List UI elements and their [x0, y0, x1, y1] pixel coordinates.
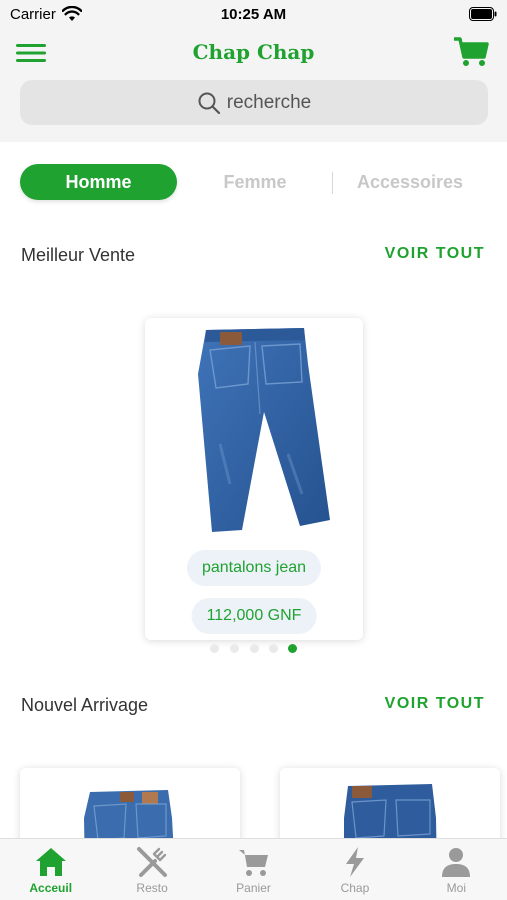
status-time: 10:25 AM [220, 6, 287, 23]
carousel-dot[interactable] [210, 644, 219, 653]
carousel-dot[interactable] [250, 644, 259, 653]
bottom-tab-label: Chap [340, 881, 370, 895]
status-bar: Carrier 10:25 AM [0, 0, 507, 30]
tab-divider [332, 172, 333, 194]
carousel-dot[interactable] [269, 644, 278, 653]
product-card[interactable]: pantalons jean 112,000 GNF [145, 318, 363, 640]
bottom-tab-label: Acceuil [29, 881, 73, 895]
battery-icon [469, 7, 497, 21]
bottom-tab-label: Resto [136, 881, 168, 895]
best-sellers-title: Meilleur Vente [21, 245, 136, 265]
nav-bar: Chap Chap [0, 30, 507, 76]
category-tabs: Homme Femme Accessoires [0, 162, 507, 202]
bottom-tab-acceuil[interactable]: Acceuil [0, 839, 101, 900]
cart-icon [238, 850, 268, 876]
bottom-tab-resto[interactable]: Resto [101, 839, 202, 900]
home-icon [35, 848, 66, 876]
tab-femme[interactable]: Femme [200, 164, 310, 200]
carousel-dot-active[interactable] [288, 644, 297, 653]
cart-icon[interactable] [453, 36, 489, 68]
best-sellers-see-all-button[interactable]: VOIR TOUT [385, 245, 485, 263]
tab-homme[interactable]: Homme [20, 164, 177, 200]
lightning-icon [345, 847, 364, 877]
menu-icon[interactable] [15, 42, 47, 64]
new-arrivals-see-all-button[interactable]: VOIR TOUT [385, 695, 485, 713]
search-icon [198, 92, 220, 114]
user-icon [442, 848, 471, 877]
tab-accessoires[interactable]: Accessoires [344, 164, 476, 200]
bottom-tab-label: Panier [236, 881, 271, 895]
jeans-product-image [198, 328, 330, 532]
new-arrivals-header: Nouvel Arrivage VOIR TOUT [0, 695, 507, 719]
search-placeholder: recherche [226, 91, 312, 113]
carousel-indicator [0, 644, 507, 654]
bottom-tab-moi[interactable]: Moi [406, 839, 507, 900]
bottom-tab-chap[interactable]: Chap [304, 839, 405, 900]
search-input[interactable]: recherche [20, 80, 488, 125]
utensils-icon [137, 847, 168, 877]
product-name: pantalons jean [186, 550, 322, 586]
product-price: 112,000 GNF [191, 598, 317, 634]
new-arrivals-title: Nouvel Arrivage [21, 695, 149, 715]
bottom-tab-panier[interactable]: Panier [203, 839, 304, 900]
carousel-dot[interactable] [230, 644, 239, 653]
bottom-tab-label: Moi [446, 881, 466, 895]
app-title: Chap Chap [192, 40, 315, 64]
best-sellers-header: Meilleur Vente VOIR TOUT [0, 245, 507, 269]
bottom-tab-bar: Acceuil Resto Panier Chap Moi [0, 838, 507, 900]
